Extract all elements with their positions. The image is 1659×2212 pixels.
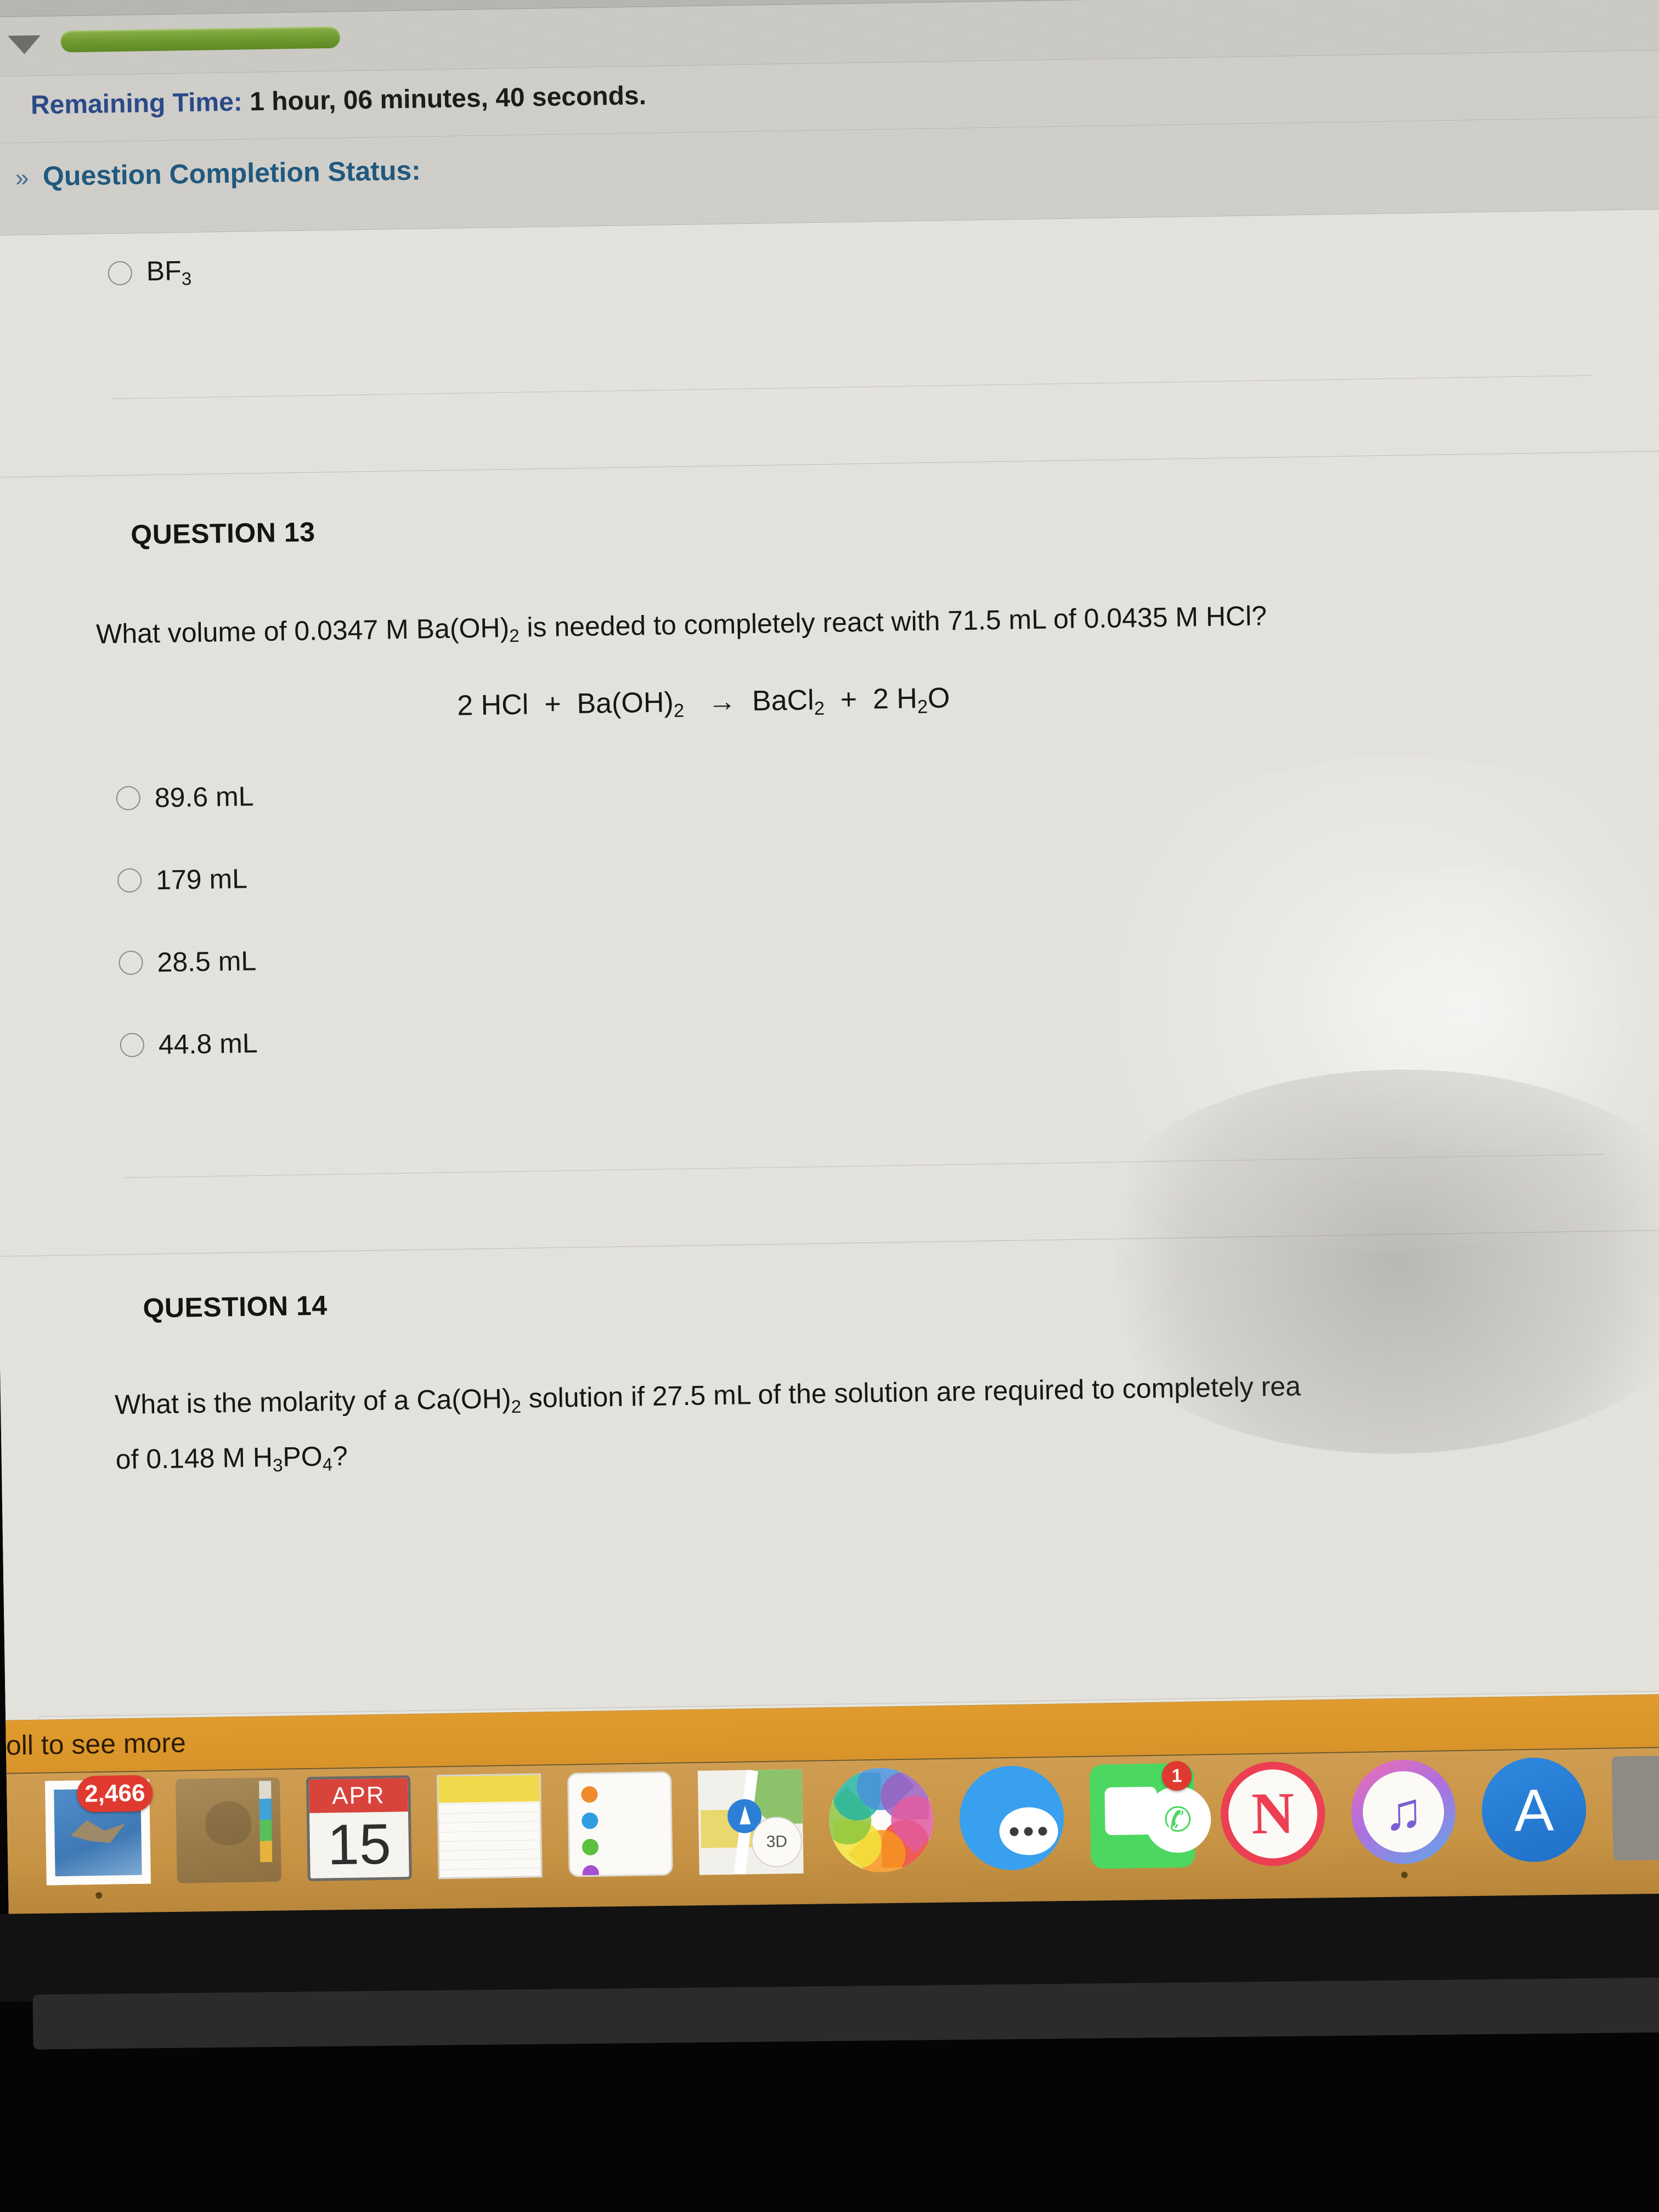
notes-icon <box>436 1773 543 1880</box>
option-row-bf3[interactable]: BF3 <box>108 255 192 291</box>
dock-item-photos[interactable] <box>828 1767 934 1874</box>
dock-item-notes[interactable] <box>436 1773 543 1880</box>
test-progress-bar <box>60 26 341 53</box>
remaining-time-value: 1 hour, 06 minutes, 40 seconds. <box>249 81 647 117</box>
music-note-glyph: ♫ <box>1362 1770 1445 1853</box>
dock-item-maps[interactable]: 3D <box>697 1769 804 1875</box>
remaining-time: Remaining Time: 1 hour, 06 minutes, 40 s… <box>31 81 647 121</box>
dock-item-news[interactable]: N <box>1220 1760 1326 1867</box>
calendar-month: APR <box>308 1778 408 1813</box>
dock-item-mail[interactable]: 2,466 <box>44 1775 153 1899</box>
radio-button[interactable] <box>117 868 142 893</box>
option-row-q13-1[interactable]: 89.6 mL <box>116 780 254 814</box>
running-indicator <box>95 1892 103 1899</box>
option-label: 179 mL <box>155 863 248 896</box>
laptop-screen: Sign out YouTube Remaining Time: 1 hour,… <box>0 0 1659 1920</box>
mail-unread-badge: 2,466 <box>76 1775 153 1813</box>
dock-item-messages[interactable] <box>958 1765 1065 1871</box>
test-page: Remaining Time: 1 hour, 06 minutes, 40 s… <box>0 0 1659 1859</box>
calendar-icon: APR 15 <box>306 1775 412 1881</box>
calendar-day: 15 <box>327 1812 392 1877</box>
photo-of-laptop-screen: Sign out YouTube Remaining Time: 1 hour,… <box>0 0 1659 2212</box>
option-row-q13-4[interactable]: 44.8 mL <box>120 1027 258 1061</box>
collapse-caret-icon[interactable] <box>7 35 41 55</box>
scroll-hint-label: oll to see more <box>5 1727 187 1761</box>
remaining-time-label: Remaining Time: <box>30 87 243 120</box>
question-completion-status-label[interactable]: Question Completion Status: <box>43 154 421 192</box>
radio-button[interactable] <box>116 786 141 811</box>
messages-icon <box>958 1765 1065 1871</box>
divider <box>0 450 1659 478</box>
divider <box>0 1229 1659 1257</box>
contacts-icon <box>175 1777 281 1883</box>
radio-button[interactable] <box>108 261 133 285</box>
news-icon: N <box>1220 1760 1326 1867</box>
dock-item-itunes[interactable]: ♫ <box>1350 1759 1457 1878</box>
option-label: BF3 <box>146 255 192 289</box>
dock-item-reminders[interactable] <box>567 1771 673 1877</box>
radio-button[interactable] <box>119 950 143 975</box>
dock-item-partial[interactable] <box>1611 1756 1659 1861</box>
divider <box>123 1154 1605 1178</box>
option-row-q13-3[interactable]: 28.5 mL <box>119 945 257 979</box>
chevron-double-down-icon[interactable]: » <box>15 165 29 191</box>
reminders-icon <box>567 1771 673 1877</box>
partial-app-icon <box>1611 1756 1659 1861</box>
appstore-icon: A <box>1481 1757 1587 1863</box>
option-label: 44.8 mL <box>158 1028 258 1060</box>
question-14-prompt-line-1: What is the molarity of a Ca(OH)2 soluti… <box>114 1370 1301 1420</box>
radio-button[interactable] <box>120 1032 145 1058</box>
option-label: 89.6 mL <box>154 781 254 814</box>
question-13-heading: QUESTION 13 <box>130 516 315 550</box>
question-13-prompt: What volume of 0.0347 M Ba(OH)2 is neede… <box>95 600 1267 650</box>
option-row-q13-2[interactable]: 179 mL <box>117 862 248 896</box>
dock-item-calendar[interactable]: APR 15 <box>306 1775 412 1881</box>
divider <box>111 375 1593 399</box>
questions-content: BF3 QUESTION 13 What volume of 0.0347 M … <box>0 208 1659 1859</box>
dock-item-appstore[interactable]: A <box>1481 1757 1587 1863</box>
running-indicator <box>1401 1871 1408 1878</box>
maps-icon: 3D <box>697 1769 804 1875</box>
question-14-heading: QUESTION 14 <box>142 1290 328 1324</box>
itunes-icon: ♫ <box>1350 1759 1457 1865</box>
phone-glyph: ✆ <box>1144 1785 1212 1854</box>
maps-3d-label: 3D <box>751 1816 803 1868</box>
dock-item-contacts[interactable] <box>175 1777 281 1883</box>
question-13-equation: 2 HCl + Ba(OH)2 → BaCl2 + 2 H2O <box>456 682 950 722</box>
dock-item-facetime[interactable]: 1 ✆ <box>1089 1760 1212 1869</box>
photos-icon <box>828 1767 934 1874</box>
macos-dock: 2,466 APR 15 3D 1 ✆ N ♫ A <box>6 1746 1659 1920</box>
question-14-prompt-line-2: of 0.148 M H3PO4? <box>115 1440 348 1476</box>
option-label: 28.5 mL <box>157 945 257 978</box>
